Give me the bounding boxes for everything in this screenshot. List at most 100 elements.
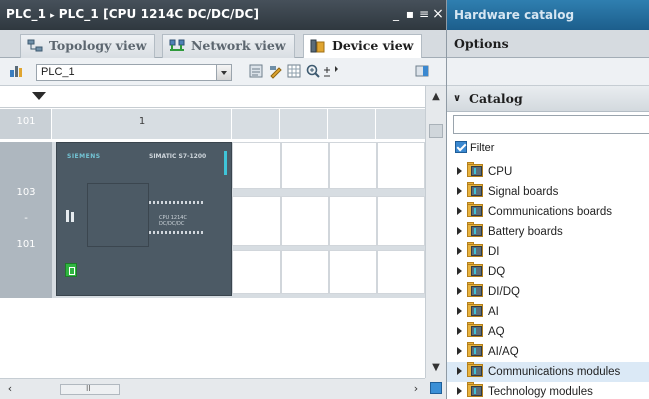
tree-item-label: DI/DQ [488, 286, 520, 298]
empty-slot[interactable] [232, 142, 281, 189]
expand-arrow-icon[interactable] [457, 287, 462, 295]
tree-item-label: DI [488, 246, 500, 258]
expand-arrow-icon[interactable] [457, 187, 462, 195]
tab-device-view[interactable]: Device view [303, 34, 423, 60]
scroll-left-icon[interactable]: ‹ [4, 383, 16, 395]
tree-item-di-dq[interactable]: DI/DQ [447, 282, 649, 302]
tree-item-label: AI [488, 306, 499, 318]
tree-item-label: Technology modules [488, 386, 593, 398]
properties-icon[interactable] [248, 63, 264, 79]
tab-label: Network view [191, 38, 286, 53]
expand-arrow-icon[interactable] [457, 387, 462, 395]
panel-toggle-icon[interactable] [414, 63, 430, 79]
plc-terminal-row [149, 231, 203, 234]
overview-navigation-icon[interactable] [430, 382, 442, 394]
slot-header [232, 109, 280, 139]
expand-arrow-icon[interactable] [457, 247, 462, 255]
folder-icon [467, 182, 483, 197]
tree-item-battery-boards[interactable]: Battery boards [447, 222, 649, 242]
empty-slot[interactable] [232, 196, 281, 246]
tree-item-ai[interactable]: AI [447, 302, 649, 322]
device-overview-icon[interactable] [8, 63, 24, 79]
expand-arrow-icon[interactable] [457, 307, 462, 315]
folder-icon [467, 302, 483, 317]
hardware-catalog-title: Hardware catalog [447, 0, 649, 30]
plc-door [87, 183, 149, 247]
title-separator: ▸ [50, 11, 55, 21]
plc-model: SIMATIC S7-1200 [149, 153, 207, 160]
tree-item-ai-aq[interactable]: AI/AQ [447, 342, 649, 362]
expand-arrow-icon[interactable] [457, 347, 462, 355]
folder-icon [467, 282, 483, 297]
rack-vertical-scrollbar[interactable]: ▲ ▼ [425, 86, 446, 378]
edit-icon[interactable] [268, 63, 284, 79]
tree-item-dq[interactable]: DQ [447, 262, 649, 282]
tree-item-communications-boards[interactable]: Communications boards [447, 202, 649, 222]
folder-icon [467, 202, 483, 217]
expand-arrow-icon[interactable] [457, 207, 462, 215]
rack-row-label: - [24, 213, 28, 224]
tree-item-signal-boards[interactable]: Signal boards [447, 182, 649, 202]
device-icon [310, 38, 326, 60]
tree-item-label: CPU [488, 166, 513, 178]
tree-item-label: Signal boards [488, 186, 559, 198]
tree-item-technology-modules[interactable]: Technology modules [447, 382, 649, 399]
slot-number: 1 [138, 116, 146, 127]
tree-item-cpu[interactable]: CPU [447, 162, 649, 182]
tree-item-communications-modules[interactable]: Communications modules [447, 362, 649, 382]
plc-device[interactable]: SIEMENS SIMATIC S7-1200 CPU 1214C DC/DC/… [56, 142, 232, 296]
zoom-icon[interactable] [306, 63, 342, 79]
view-tab-bar: Topology view Network view Device view [0, 30, 446, 60]
grid-icon[interactable] [286, 63, 302, 79]
window-menu-button[interactable]: ≡ [418, 8, 430, 20]
options-section[interactable]: Options [447, 30, 649, 58]
filter-checkbox[interactable]: Filter [455, 140, 494, 156]
expand-arrow-icon[interactable] [457, 167, 462, 175]
rack-gutter: 103 - 101 [0, 142, 52, 298]
expand-arrow-icon[interactable] [457, 267, 462, 275]
empty-slot[interactable] [377, 196, 425, 246]
tab-label: Device view [332, 38, 414, 53]
minimize-button[interactable]: _ [390, 8, 402, 20]
empty-slot[interactable] [281, 250, 329, 294]
slot-number-row: 101 1 [0, 109, 425, 139]
editor-title: PLC_1 ▸ PLC_1 [CPU 1214C DC/DC/DC] [6, 7, 259, 21]
empty-slot[interactable] [377, 250, 425, 294]
expand-arrow-icon[interactable] [457, 227, 462, 235]
scroll-corner [425, 378, 446, 399]
catalog-label: Catalog [469, 91, 523, 106]
rack-header [0, 86, 425, 108]
empty-slot[interactable] [377, 142, 425, 189]
empty-slot[interactable] [329, 250, 377, 294]
plc-brand: SIEMENS [67, 153, 101, 160]
empty-slot[interactable] [281, 196, 329, 246]
network-icon [169, 38, 185, 60]
scroll-right-icon[interactable]: › [410, 383, 422, 395]
empty-slot[interactable] [232, 250, 281, 294]
restore-button[interactable]: ▪ [404, 8, 416, 20]
expand-arrow-icon[interactable] [457, 367, 462, 375]
scroll-thumb[interactable] [60, 384, 120, 395]
scroll-down-icon[interactable]: ▼ [430, 362, 442, 374]
collapse-icon[interactable] [32, 92, 46, 100]
chevron-down-icon[interactable] [216, 65, 231, 80]
tree-item-aq[interactable]: AQ [447, 322, 649, 342]
expand-arrow-icon[interactable] [457, 327, 462, 335]
tab-topology-view[interactable]: Topology view [20, 34, 156, 60]
scroll-up-icon[interactable]: ▲ [430, 91, 442, 103]
empty-slot[interactable] [329, 142, 377, 189]
catalog-search-input[interactable] [453, 115, 649, 134]
scroll-thumb[interactable] [429, 124, 443, 138]
device-selector[interactable]: PLC_1 [36, 64, 232, 81]
tree-item-di[interactable]: DI [447, 242, 649, 262]
empty-slot[interactable] [329, 196, 377, 246]
checkbox-checked-icon[interactable] [455, 141, 467, 153]
rack-horizontal-scrollbar[interactable]: ‹ › [0, 378, 425, 399]
run-indicator-icon [65, 263, 77, 277]
empty-slot[interactable] [281, 142, 329, 189]
tree-item-label: Battery boards [488, 226, 563, 238]
tab-network-view[interactable]: Network view [162, 34, 295, 58]
close-button[interactable]: × [432, 7, 444, 21]
catalog-section-header[interactable]: ∨ Catalog [447, 86, 649, 112]
topology-icon [27, 38, 43, 60]
